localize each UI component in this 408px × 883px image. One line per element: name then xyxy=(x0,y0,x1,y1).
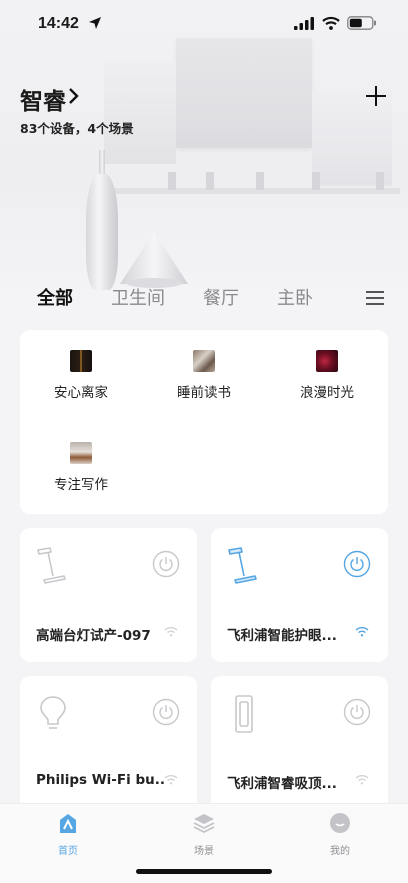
scene-bedtime-reading[interactable]: 睡前读书 xyxy=(143,350,265,401)
nav-label: 首页 xyxy=(58,846,78,857)
nav-label: 场景 xyxy=(194,846,214,857)
power-toggle-button[interactable] xyxy=(343,550,371,578)
location-arrow-icon xyxy=(89,17,101,29)
wifi-status-icon xyxy=(164,775,178,785)
scene-thumbnail xyxy=(193,350,215,372)
scene-leave-home[interactable]: 安心离家 xyxy=(20,350,142,401)
scene-thumbnail xyxy=(70,350,92,372)
wifi-status-icon xyxy=(355,627,369,637)
power-toggle-button[interactable] xyxy=(343,698,371,726)
tab-bathroom[interactable]: 卫生间 xyxy=(111,284,165,310)
wifi-status-icon xyxy=(164,627,178,637)
room-tabs: 全部 卫生间 餐厅 主卧 xyxy=(0,284,408,314)
desk-lamp-icon xyxy=(37,547,66,584)
nav-label: 我的 xyxy=(330,846,350,857)
status-bar: 14:42 xyxy=(0,0,408,46)
home-indicator xyxy=(136,869,272,874)
battery-icon xyxy=(347,16,376,30)
power-toggle-button[interactable] xyxy=(152,550,180,578)
scene-label: 浪漫时光 xyxy=(300,385,354,401)
desk-lamp-icon xyxy=(228,547,257,584)
bulb-icon xyxy=(40,696,66,729)
tab-master-bedroom[interactable]: 主卧 xyxy=(277,284,313,310)
scene-focus-writing[interactable]: 专注写作 xyxy=(20,442,142,493)
cellular-signal-icon xyxy=(294,17,314,30)
power-toggle-button[interactable] xyxy=(152,698,180,726)
scene-label: 睡前读书 xyxy=(177,385,231,401)
device-name: 高端台灯试产-097 xyxy=(36,628,151,644)
scene-thumbnail xyxy=(70,442,92,464)
device-scene-count: 83个设备，4个场景 xyxy=(20,121,134,136)
scenes-card: 安心离家 睡前读书 浪漫时光 专注写作 xyxy=(20,330,388,514)
home-icon xyxy=(60,814,76,833)
device-name: Philips Wi-Fi bu... xyxy=(36,772,164,788)
device-card-philips-wifi-bulb[interactable]: Philips Wi-Fi bu... xyxy=(20,676,197,810)
nav-profile[interactable]: 我的 xyxy=(300,812,380,857)
device-name: 飞利浦智睿吸顶... xyxy=(227,776,337,792)
scene-romantic-time[interactable]: 浪漫时光 xyxy=(266,350,388,401)
device-card-philips-ceiling-light[interactable]: 飞利浦智睿吸顶... xyxy=(211,676,388,810)
nav-home[interactable]: 首页 xyxy=(28,812,108,857)
add-button[interactable] xyxy=(363,83,389,109)
layers-icon xyxy=(193,814,215,834)
nav-scenes[interactable]: 场景 xyxy=(164,812,244,857)
wifi-status-icon xyxy=(355,775,369,785)
tab-all[interactable]: 全部 xyxy=(37,284,73,310)
menu-icon[interactable] xyxy=(366,291,384,305)
chevron-right-icon[interactable] xyxy=(66,86,82,106)
ceiling-light-icon xyxy=(235,695,253,733)
device-card-desk-lamp-097[interactable]: 高端台灯试产-097 xyxy=(20,528,197,662)
scene-thumbnail xyxy=(316,350,338,372)
device-name: 飞利浦智能护眼... xyxy=(227,628,337,644)
tab-dining-room[interactable]: 餐厅 xyxy=(203,284,239,310)
device-card-philips-eye-care-lamp[interactable]: 飞利浦智能护眼... xyxy=(211,528,388,662)
status-time: 14:42 xyxy=(38,15,79,32)
home-name-button[interactable]: 智睿 xyxy=(20,82,66,116)
scene-label: 安心离家 xyxy=(54,385,108,401)
profile-icon xyxy=(330,813,350,833)
scene-label: 专注写作 xyxy=(54,477,108,493)
wifi-icon xyxy=(322,16,340,30)
